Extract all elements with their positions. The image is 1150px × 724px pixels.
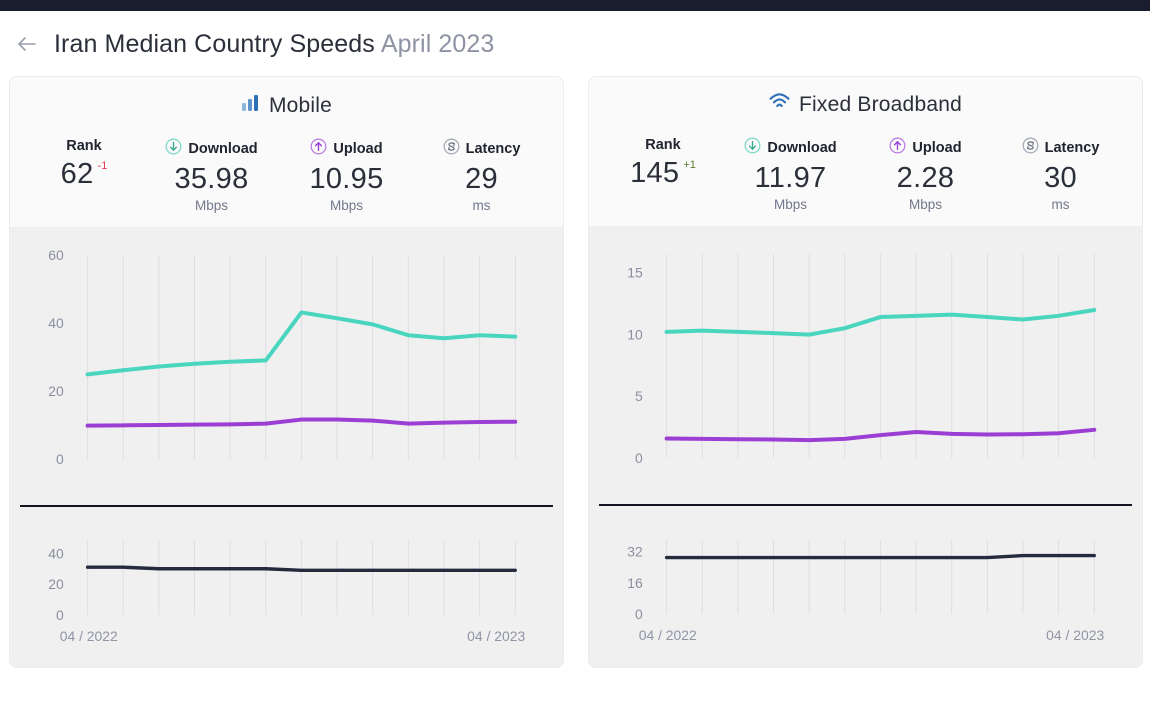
chart-fixed-broadband-speeds[interactable]: 0 5 10 15 (589, 226, 1142, 504)
svg-text:20: 20 (48, 383, 64, 399)
stat-latency-label-row: Latency (1022, 137, 1100, 158)
stat-upload-unit: Mbps (909, 197, 942, 212)
stat-download-label: Download (767, 140, 836, 156)
svg-text:0: 0 (635, 450, 643, 466)
chart-fixed-broadband-latency-svg: 0 16 32 04 / 2022 04 / 2023 (589, 506, 1142, 666)
stat-rank-value: 62 (61, 156, 94, 192)
card-mobile-charts: 0 20 40 60 0 20 40 04 / 2022 04 / 2023 (10, 227, 563, 667)
svg-text:10: 10 (627, 327, 643, 343)
stat-download-fixed-broadband: Download 11.97 Mbps (723, 137, 858, 212)
page-title: Iran Median Country SpeedsApril 2023 (54, 30, 494, 59)
svg-text:16: 16 (627, 575, 643, 591)
stat-upload-label: Upload (333, 141, 382, 157)
svg-text:0: 0 (56, 607, 64, 623)
card-fixed-broadband: Fixed Broadband Rank 145 +1 (589, 77, 1142, 667)
stat-latency-value: 29 (465, 161, 498, 197)
stat-latency-unit: ms (473, 198, 491, 213)
page-header: Iran Median Country SpeedsApril 2023 (0, 11, 1150, 77)
svg-text:04 / 2022: 04 / 2022 (639, 627, 697, 643)
card-fixed-broadband-stats: Rank 145 +1 (589, 137, 1142, 212)
upload-arrow-icon (310, 138, 327, 159)
card-mobile-header: Mobile Rank 62 -1 (10, 77, 563, 227)
card-fixed-broadband-header: Fixed Broadband Rank 145 +1 (589, 77, 1142, 226)
cards-container: Mobile Rank 62 -1 (0, 77, 1150, 667)
stat-download-label: Download (188, 141, 257, 157)
card-fixed-broadband-title: Fixed Broadband (589, 93, 1142, 117)
stat-rank-mobile: Rank 62 -1 (24, 138, 144, 192)
card-mobile: Mobile Rank 62 -1 (10, 77, 563, 667)
card-mobile-title: Mobile (10, 93, 563, 118)
stat-upload-mobile: Upload 10.95 Mbps (279, 138, 414, 213)
stat-download-unit: Mbps (774, 197, 807, 212)
svg-text:20: 20 (48, 576, 64, 592)
svg-text:04 / 2023: 04 / 2023 (1046, 627, 1104, 643)
stat-rank-delta: +1 (683, 160, 696, 171)
svg-text:0: 0 (635, 606, 643, 622)
chart-fixed-broadband-latency[interactable]: 0 16 32 04 / 2022 04 / 2023 (589, 506, 1142, 666)
back-arrow-icon[interactable] (14, 31, 40, 57)
card-mobile-stats: Rank 62 -1 (10, 138, 563, 213)
stat-latency-label: Latency (1045, 140, 1100, 156)
stat-upload-label: Upload (912, 140, 961, 156)
latency-icon (443, 138, 460, 159)
chart-fixed-broadband-speeds-svg: 0 5 10 15 (589, 226, 1142, 504)
stat-rank-label: Rank (645, 137, 680, 153)
stat-download-label-row: Download (744, 137, 836, 158)
stat-upload-unit: Mbps (330, 198, 363, 213)
chart-mobile-latency-svg: 0 20 40 04 / 2022 04 / 2023 (10, 507, 563, 667)
page-top-bar (0, 0, 1150, 11)
page-title-month: April 2023 (381, 30, 495, 58)
stat-upload-value: 10.95 (309, 161, 383, 197)
upload-arrow-icon (889, 137, 906, 158)
stat-latency-fixed-broadband: Latency 30 ms (993, 137, 1128, 212)
stat-download-unit: Mbps (195, 198, 228, 213)
stat-download-value: 11.97 (755, 160, 827, 196)
stat-download-mobile: Download 35.98 Mbps (144, 138, 279, 213)
svg-text:32: 32 (627, 544, 643, 560)
stat-upload-label-row: Upload (310, 138, 382, 159)
download-arrow-icon (744, 137, 761, 158)
stat-rank-value: 145 (630, 155, 679, 191)
stat-rank-label: Rank (66, 138, 101, 154)
stat-latency-mobile: Latency 29 ms (414, 138, 549, 213)
svg-text:0: 0 (56, 451, 64, 467)
svg-text:04 / 2022: 04 / 2022 (60, 628, 118, 644)
stat-latency-unit: ms (1052, 197, 1070, 212)
svg-text:15: 15 (627, 265, 643, 281)
svg-text:60: 60 (48, 247, 64, 263)
stat-download-label-row: Download (165, 138, 257, 159)
card-fixed-broadband-title-label: Fixed Broadband (799, 93, 962, 117)
svg-text:5: 5 (635, 388, 643, 404)
svg-text:40: 40 (48, 546, 64, 562)
stat-latency-label-row: Latency (443, 138, 521, 159)
svg-text:40: 40 (48, 315, 64, 331)
page-title-main: Iran Median Country Speeds (54, 30, 375, 58)
chart-mobile-speeds-svg: 0 20 40 60 (10, 227, 563, 505)
stat-latency-value: 30 (1044, 160, 1077, 196)
svg-text:04 / 2023: 04 / 2023 (467, 628, 525, 644)
stat-latency-label: Latency (466, 141, 521, 157)
stat-upload-label-row: Upload (889, 137, 961, 158)
stat-rank-fixed-broadband: Rank 145 +1 (603, 137, 723, 191)
card-fixed-broadband-charts: 0 5 10 15 0 16 32 04 / 2022 04 / 2023 (589, 226, 1142, 666)
bar-chart-icon (241, 93, 260, 118)
chart-mobile-latency[interactable]: 0 20 40 04 / 2022 04 / 2023 (10, 507, 563, 667)
stat-upload-value: 2.28 (897, 160, 955, 196)
wifi-icon (769, 93, 790, 117)
latency-icon (1022, 137, 1039, 158)
stat-rank-delta: -1 (98, 161, 108, 172)
stat-download-value: 35.98 (174, 161, 248, 197)
chart-mobile-speeds[interactable]: 0 20 40 60 (10, 227, 563, 505)
card-mobile-title-label: Mobile (269, 94, 332, 118)
stat-upload-fixed-broadband: Upload 2.28 Mbps (858, 137, 993, 212)
download-arrow-icon (165, 138, 182, 159)
